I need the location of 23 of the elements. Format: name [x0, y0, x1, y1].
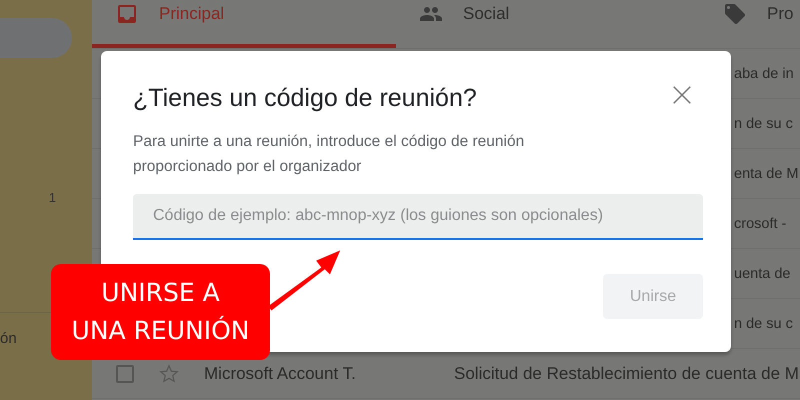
email-subject: aba de in [734, 66, 794, 82]
inbox-icon [115, 2, 139, 26]
search-pill [0, 18, 72, 58]
row-checkbox[interactable] [116, 364, 134, 382]
unread-count: 1 [48, 190, 56, 204]
dialog-title: ¿Tienes un código de reunión? [133, 83, 477, 114]
email-subject: n de su c [734, 316, 793, 332]
email-sender: Microsoft Account T. [204, 364, 357, 384]
sidebar-item[interactable]: ón [0, 330, 17, 346]
dialog-description: Para unirte a una reunión, introduce el código de reunión proporcionado por el organizador [133, 132, 526, 177]
star-icon[interactable] [158, 362, 180, 384]
email-subject: uenta de [734, 266, 790, 282]
tag-icon [723, 2, 747, 26]
callout-text: UNIRSE A [101, 277, 220, 309]
callout-text: UNA REUNIÓN [72, 315, 250, 347]
category-tab[interactable]: Pro [700, 0, 800, 48]
close-icon[interactable] [671, 84, 693, 106]
meeting-code-field[interactable]: Código de ejemplo: abc-mnop-xyz (los guiones son opcionales) [133, 194, 703, 240]
email-subject: enta de M [734, 166, 798, 182]
email-subject: crosoft - [734, 216, 786, 232]
email-subject: n de su c [734, 116, 793, 132]
category-tab[interactable]: Social [396, 0, 700, 48]
email-subject: Solicitud de Restablecimiento de cuenta de M [454, 364, 799, 384]
